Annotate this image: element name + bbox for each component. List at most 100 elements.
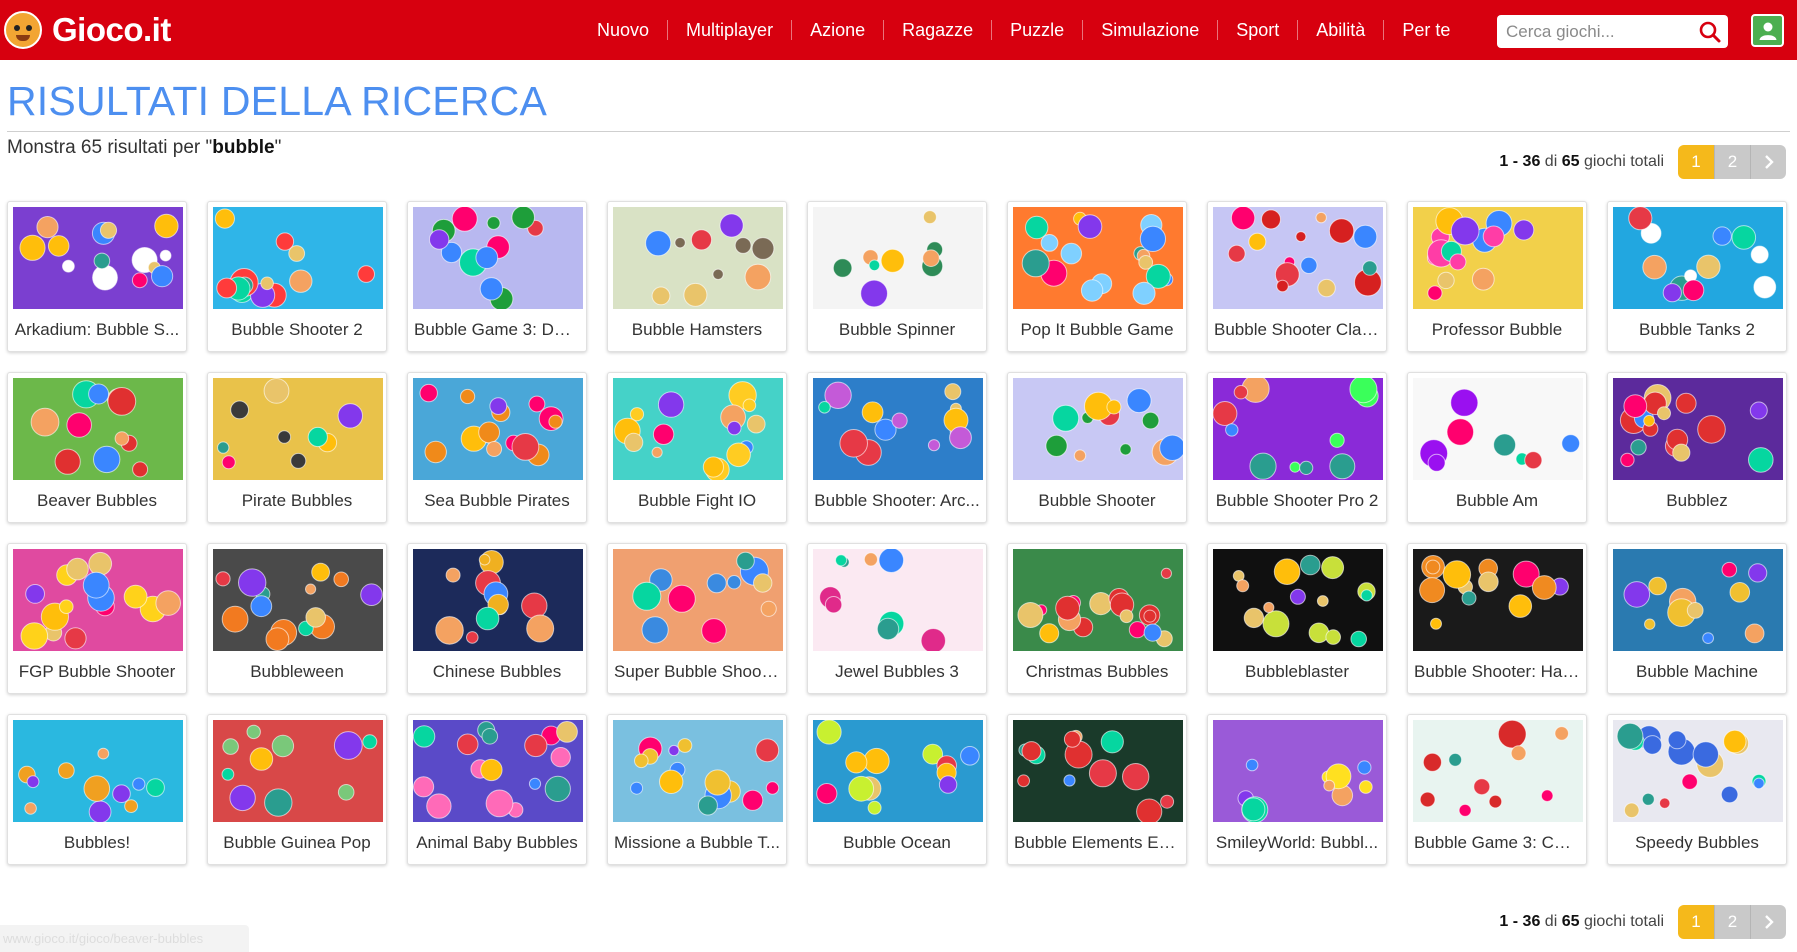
game-title[interactable]: Christmas Bubbles xyxy=(1008,651,1186,693)
game-card[interactable]: Sea Bubble Pirates xyxy=(407,372,587,523)
game-title[interactable]: Super Bubble Shoot... xyxy=(608,651,786,693)
game-thumbnail[interactable] xyxy=(1413,720,1583,822)
game-title[interactable]: Bubble Game 3: Chri... xyxy=(1408,822,1586,864)
game-title[interactable]: Jewel Bubbles 3 xyxy=(808,651,986,693)
game-thumbnail[interactable] xyxy=(813,720,983,822)
game-card[interactable]: Bubblez xyxy=(1607,372,1787,523)
game-card[interactable]: Missione a Bubble T... xyxy=(607,714,787,865)
page-button-1-bottom[interactable]: 1 xyxy=(1678,905,1714,939)
game-title[interactable]: Pop It Bubble Game xyxy=(1008,309,1186,351)
game-thumbnail[interactable] xyxy=(613,549,783,651)
game-card[interactable]: Bubbleblaster xyxy=(1207,543,1387,694)
game-title[interactable]: Bubble Tanks 2 xyxy=(1608,309,1786,351)
game-card[interactable]: Bubble Am xyxy=(1407,372,1587,523)
next-page-button-bottom[interactable] xyxy=(1750,905,1786,939)
game-title[interactable]: Bubble Am xyxy=(1408,480,1586,522)
game-card[interactable]: Bubble Ocean xyxy=(807,714,987,865)
game-card[interactable]: Christmas Bubbles xyxy=(1007,543,1187,694)
game-thumbnail[interactable] xyxy=(413,207,583,309)
nav-item-azione[interactable]: Azione xyxy=(792,20,885,40)
game-thumbnail[interactable] xyxy=(13,378,183,480)
game-card[interactable]: SmileyWorld: Bubbl... xyxy=(1207,714,1387,865)
game-thumbnail[interactable] xyxy=(413,720,583,822)
game-card[interactable]: Bubble Game 3: Chri... xyxy=(1407,714,1587,865)
game-thumbnail[interactable] xyxy=(813,378,983,480)
game-thumbnail[interactable] xyxy=(1213,207,1383,309)
game-title[interactable]: Pirate Bubbles xyxy=(208,480,386,522)
game-title[interactable]: Bubbleween xyxy=(208,651,386,693)
game-thumbnail[interactable] xyxy=(213,378,383,480)
nav-item-puzzle[interactable]: Puzzle xyxy=(992,20,1084,40)
game-card[interactable]: Speedy Bubbles xyxy=(1607,714,1787,865)
game-title[interactable]: Bubble Spinner xyxy=(808,309,986,351)
game-card[interactable]: Bubble Shooter Pro 2 xyxy=(1207,372,1387,523)
game-thumbnail[interactable] xyxy=(1013,378,1183,480)
game-thumbnail[interactable] xyxy=(413,378,583,480)
game-card[interactable]: Pop It Bubble Game xyxy=(1007,201,1187,352)
game-card[interactable]: Bubble Spinner xyxy=(807,201,987,352)
game-card[interactable]: Bubble Hamsters xyxy=(607,201,787,352)
game-card[interactable]: Pirate Bubbles xyxy=(207,372,387,523)
game-title[interactable]: Bubble Game 3: Del... xyxy=(408,309,586,351)
game-card[interactable]: Bubble Shooter: Hall... xyxy=(1407,543,1587,694)
site-logo[interactable]: Gioco.it xyxy=(4,10,171,50)
game-card[interactable]: Bubbles! xyxy=(7,714,187,865)
game-card[interactable]: Bubbleween xyxy=(207,543,387,694)
game-title[interactable]: Bubble Fight IO xyxy=(608,480,786,522)
game-thumbnail[interactable] xyxy=(13,549,183,651)
game-title[interactable]: Sea Bubble Pirates xyxy=(408,480,586,522)
game-thumbnail[interactable] xyxy=(13,207,183,309)
game-title[interactable]: Bubble Shooter Clas... xyxy=(1208,309,1386,351)
game-thumbnail[interactable] xyxy=(13,720,183,822)
game-card[interactable]: Bubble Elements Ea... xyxy=(1007,714,1187,865)
game-thumbnail[interactable] xyxy=(613,378,783,480)
user-account-button[interactable] xyxy=(1751,14,1784,47)
game-title[interactable]: Arkadium: Bubble S... xyxy=(8,309,186,351)
game-card[interactable]: Bubble Game 3: Del... xyxy=(407,201,587,352)
game-thumbnail[interactable] xyxy=(1613,720,1783,822)
game-thumbnail[interactable] xyxy=(1013,720,1183,822)
game-title[interactable]: Bubble Shooter: Arc... xyxy=(808,480,986,522)
game-thumbnail[interactable] xyxy=(813,207,983,309)
game-thumbnail[interactable] xyxy=(213,207,383,309)
game-title[interactable]: Beaver Bubbles xyxy=(8,480,186,522)
game-title[interactable]: Bubble Hamsters xyxy=(608,309,786,351)
game-title[interactable]: Bubble Ocean xyxy=(808,822,986,864)
nav-item-nuovo[interactable]: Nuovo xyxy=(579,20,669,40)
game-card[interactable]: Bubble Tanks 2 xyxy=(1607,201,1787,352)
game-card[interactable]: Bubble Guinea Pop xyxy=(207,714,387,865)
game-thumbnail[interactable] xyxy=(1213,378,1383,480)
game-card[interactable]: Bubble Shooter: Arc... xyxy=(807,372,987,523)
game-title[interactable]: SmileyWorld: Bubbl... xyxy=(1208,822,1386,864)
game-title[interactable]: Chinese Bubbles xyxy=(408,651,586,693)
game-title[interactable]: Speedy Bubbles xyxy=(1608,822,1786,864)
game-card[interactable]: Chinese Bubbles xyxy=(407,543,587,694)
game-card[interactable]: Beaver Bubbles xyxy=(7,372,187,523)
game-thumbnail[interactable] xyxy=(613,207,783,309)
search-input[interactable] xyxy=(1506,21,1696,42)
game-card[interactable]: FGP Bubble Shooter xyxy=(7,543,187,694)
game-thumbnail[interactable] xyxy=(1613,378,1783,480)
game-thumbnail[interactable] xyxy=(1213,720,1383,822)
page-button-2[interactable]: 2 xyxy=(1714,145,1750,179)
game-title[interactable]: Bubble Shooter 2 xyxy=(208,309,386,351)
game-title[interactable]: Bubble Elements Ea... xyxy=(1008,822,1186,864)
game-card[interactable]: Bubble Shooter xyxy=(1007,372,1187,523)
game-thumbnail[interactable] xyxy=(1013,207,1183,309)
game-thumbnail[interactable] xyxy=(1613,207,1783,309)
game-thumbnail[interactable] xyxy=(1413,378,1583,480)
game-thumbnail[interactable] xyxy=(1013,549,1183,651)
game-title[interactable]: FGP Bubble Shooter xyxy=(8,651,186,693)
game-title[interactable]: Professor Bubble xyxy=(1408,309,1586,351)
nav-item-simulazione[interactable]: Simulazione xyxy=(1083,20,1219,40)
next-page-button[interactable] xyxy=(1750,145,1786,179)
game-title[interactable]: Bubble Machine xyxy=(1608,651,1786,693)
game-thumbnail[interactable] xyxy=(213,720,383,822)
game-thumbnail[interactable] xyxy=(213,549,383,651)
game-title[interactable]: Bubble Guinea Pop xyxy=(208,822,386,864)
game-card[interactable]: Arkadium: Bubble S... xyxy=(7,201,187,352)
nav-item-per-te[interactable]: Per te xyxy=(1384,20,1468,40)
nav-item-abilita[interactable]: Abilità xyxy=(1298,20,1385,40)
game-card[interactable]: Professor Bubble xyxy=(1407,201,1587,352)
page-button-2-bottom[interactable]: 2 xyxy=(1714,905,1750,939)
